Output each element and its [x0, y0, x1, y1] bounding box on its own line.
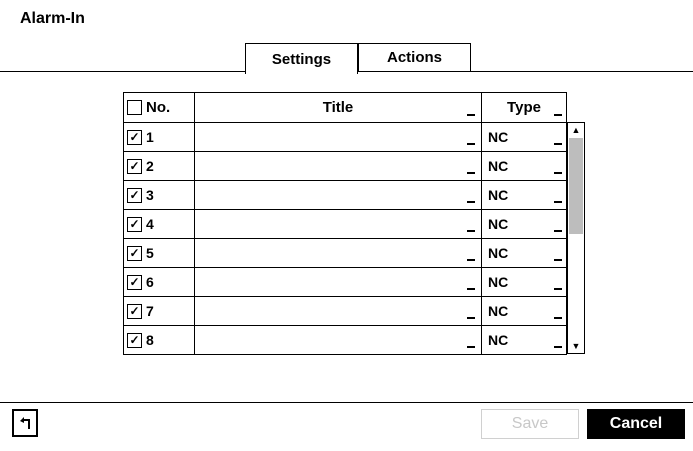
- table-row: ✓ 3 NC: [123, 180, 567, 210]
- row-number: 8: [146, 332, 154, 348]
- dropdown-marker-icon: [554, 288, 562, 290]
- row-number: 7: [146, 303, 154, 319]
- dropdown-marker-icon: [554, 230, 562, 232]
- row-type-value: NC: [488, 187, 509, 203]
- title-edit-marker-icon: [467, 143, 475, 145]
- row-type-dropdown[interactable]: NC: [481, 296, 567, 326]
- title-edit-marker-icon: [467, 172, 475, 174]
- row-title-field[interactable]: [194, 180, 482, 210]
- row-title-field[interactable]: [194, 151, 482, 181]
- row-number: 4: [146, 216, 154, 232]
- header-no-label: No.: [146, 99, 171, 116]
- header-no[interactable]: No.: [123, 92, 195, 123]
- dropdown-marker-icon: [554, 172, 562, 174]
- row-type-value: NC: [488, 245, 509, 261]
- row-checkbox[interactable]: ✓: [127, 245, 142, 261]
- row-checkbox[interactable]: ✓: [127, 216, 142, 232]
- row-checkbox[interactable]: ✓: [127, 129, 142, 145]
- row-type-value: NC: [488, 158, 509, 174]
- table-row: ✓ 4 NC: [123, 209, 567, 239]
- title-edit-marker-icon: [467, 288, 475, 290]
- row-no-cell[interactable]: ✓ 5: [123, 238, 195, 268]
- table-scrollbar[interactable]: ▲ ▼: [567, 122, 585, 354]
- tab-settings[interactable]: Settings: [245, 43, 358, 74]
- row-no-cell[interactable]: ✓ 8: [123, 325, 195, 355]
- row-type-dropdown[interactable]: NC: [481, 238, 567, 268]
- table-row: ✓ 5 NC: [123, 238, 567, 268]
- back-button[interactable]: [12, 409, 38, 437]
- row-number: 5: [146, 245, 154, 261]
- row-type-dropdown[interactable]: NC: [481, 180, 567, 210]
- title-edit-marker-icon: [467, 201, 475, 203]
- row-type-value: NC: [488, 303, 509, 319]
- save-button[interactable]: Save: [481, 409, 579, 439]
- table-row: ✓ 8 NC: [123, 325, 567, 355]
- title-edit-marker-icon: [467, 259, 475, 261]
- row-title-field[interactable]: [194, 267, 482, 297]
- back-arrow-icon: [20, 417, 30, 429]
- scroll-thumb[interactable]: [569, 138, 583, 234]
- row-type-value: NC: [488, 129, 509, 145]
- dropdown-marker-icon: [554, 114, 562, 116]
- alarm-in-table: No. Title Type ✓ 1 NC ✓ 2 NC ✓ 3 NC ✓ 4 NC ✓ 5 NC ✓ 6 NC ✓…: [123, 92, 567, 355]
- row-checkbox[interactable]: ✓: [127, 332, 142, 348]
- header-title: Title: [194, 92, 482, 123]
- scroll-down-icon[interactable]: ▼: [568, 339, 584, 353]
- row-no-cell[interactable]: ✓ 2: [123, 151, 195, 181]
- dropdown-marker-icon: [554, 317, 562, 319]
- dropdown-marker-icon: [554, 259, 562, 261]
- table-row: ✓ 6 NC: [123, 267, 567, 297]
- title-edit-marker-icon: [467, 114, 475, 116]
- row-title-field[interactable]: [194, 238, 482, 268]
- row-type-value: NC: [488, 274, 509, 290]
- row-checkbox[interactable]: ✓: [127, 158, 142, 174]
- row-no-cell[interactable]: ✓ 7: [123, 296, 195, 326]
- footer-divider: [0, 402, 693, 403]
- table-row: ✓ 7 NC: [123, 296, 567, 326]
- row-title-field[interactable]: [194, 296, 482, 326]
- row-type-dropdown[interactable]: NC: [481, 325, 567, 355]
- table-row: ✓ 2 NC: [123, 151, 567, 181]
- window-title: Alarm-In: [20, 10, 85, 27]
- title-edit-marker-icon: [467, 230, 475, 232]
- header-title-label: Title: [322, 99, 354, 116]
- row-number: 6: [146, 274, 154, 290]
- alarm-in-dialog: Alarm-In Settings Actions No. Title Type: [0, 0, 693, 451]
- row-no-cell[interactable]: ✓ 4: [123, 209, 195, 239]
- table-row: ✓ 1 NC: [123, 122, 567, 152]
- row-number: 1: [146, 129, 154, 145]
- row-type-value: NC: [488, 332, 509, 348]
- title-edit-marker-icon: [467, 317, 475, 319]
- row-type-dropdown[interactable]: NC: [481, 122, 567, 152]
- header-type[interactable]: Type: [481, 92, 567, 123]
- dropdown-marker-icon: [554, 346, 562, 348]
- scroll-up-icon[interactable]: ▲: [568, 123, 584, 137]
- row-type-value: NC: [488, 216, 509, 232]
- row-checkbox[interactable]: ✓: [127, 187, 142, 203]
- dropdown-marker-icon: [554, 143, 562, 145]
- tab-actions[interactable]: Actions: [358, 43, 471, 71]
- header-type-label: Type: [507, 99, 541, 116]
- row-title-field[interactable]: [194, 209, 482, 239]
- row-title-field[interactable]: [194, 122, 482, 152]
- row-type-dropdown[interactable]: NC: [481, 209, 567, 239]
- row-checkbox[interactable]: ✓: [127, 274, 142, 290]
- row-title-field[interactable]: [194, 325, 482, 355]
- row-type-dropdown[interactable]: NC: [481, 267, 567, 297]
- dropdown-marker-icon: [554, 201, 562, 203]
- table-header-row: No. Title Type: [123, 92, 567, 123]
- row-no-cell[interactable]: ✓ 1: [123, 122, 195, 152]
- row-number: 3: [146, 187, 154, 203]
- row-checkbox[interactable]: ✓: [127, 303, 142, 319]
- row-type-dropdown[interactable]: NC: [481, 151, 567, 181]
- row-no-cell[interactable]: ✓ 3: [123, 180, 195, 210]
- select-all-checkbox[interactable]: [127, 100, 142, 115]
- title-edit-marker-icon: [467, 346, 475, 348]
- row-no-cell[interactable]: ✓ 6: [123, 267, 195, 297]
- row-number: 2: [146, 158, 154, 174]
- cancel-button[interactable]: Cancel: [587, 409, 685, 439]
